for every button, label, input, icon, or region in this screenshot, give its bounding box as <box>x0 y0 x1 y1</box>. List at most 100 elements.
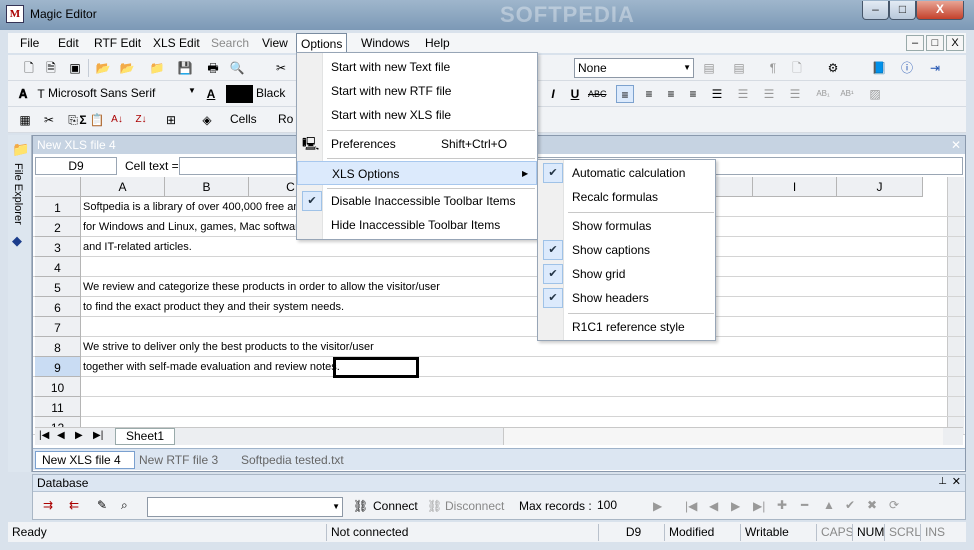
paragraph-icon[interactable]: ¶ <box>764 59 782 77</box>
file-explorer-sidebar[interactable]: 📁 File Explorer ◆ <box>8 135 32 472</box>
font-combo-arrow-icon[interactable]: ▼ <box>188 86 196 95</box>
menu-item-r1c1[interactable]: R1C1 reference style <box>538 315 715 339</box>
column-header[interactable]: I <box>753 177 837 197</box>
disconnect-button[interactable]: Disconnect <box>445 499 504 513</box>
menu-item-show-grid[interactable]: Show grid <box>538 262 715 286</box>
style-alt-icon[interactable]: ▤ <box>730 59 748 77</box>
menu-item-hide-inaccessible[interactable]: Hide Inaccessible Toolbar Items <box>297 213 537 237</box>
row-number[interactable]: 6 <box>35 297 81 317</box>
menu-item-preferences[interactable]: Preferences Shift+Ctrl+O <box>297 132 537 156</box>
style-icon[interactable]: ▤ <box>700 59 718 77</box>
menu-item-show-headers[interactable]: Show headers <box>538 286 715 310</box>
exit-icon[interactable]: ⇥ <box>926 59 944 77</box>
cell-value[interactable]: We strive to deliver only the best produ… <box>83 337 374 357</box>
db-first-icon[interactable]: |◀ <box>685 499 697 513</box>
row-number[interactable]: 1 <box>35 197 81 217</box>
menu-options[interactable]: Options <box>296 33 348 53</box>
menu-help[interactable]: Help <box>421 33 454 53</box>
folder-icon[interactable]: 📁 <box>12 141 29 158</box>
column-header[interactable]: B <box>165 177 249 197</box>
db-edit-icon[interactable]: ✎ <box>97 498 107 512</box>
menu-item-disable-inaccessible[interactable]: Disable Inaccessible Toolbar Items <box>297 189 537 213</box>
row-number[interactable]: 9 <box>35 357 81 377</box>
color-swatch[interactable] <box>226 85 253 103</box>
cell-value[interactable]: We review and categorize these products … <box>83 277 440 297</box>
row-number[interactable]: 7 <box>35 317 81 337</box>
row-number[interactable]: 3 <box>35 237 81 257</box>
db-remove-icon[interactable]: ⇇ <box>69 498 79 512</box>
align-right-icon[interactable]: ≡ <box>662 85 680 103</box>
menu-item-recalc[interactable]: Recalc formulas <box>538 185 715 209</box>
print-icon[interactable]: 🖶 <box>204 59 222 77</box>
row-number[interactable]: 4 <box>35 257 81 277</box>
list-icon[interactable]: ☰ <box>786 85 804 103</box>
db-last-icon[interactable]: ▶| <box>753 499 765 513</box>
underline-icon[interactable]: U <box>566 85 584 103</box>
column-header[interactable]: J <box>837 177 923 197</box>
save-all-icon[interactable]: ▣ <box>66 59 84 77</box>
db-query-icon[interactable]: ⌕ <box>121 498 128 513</box>
properties-icon[interactable]: ⚙ <box>824 59 842 77</box>
page-icon[interactable]: 🗋 <box>788 59 806 77</box>
fill-color-icon[interactable]: ◈ <box>198 111 216 129</box>
cells-menu[interactable]: Cells <box>230 112 257 126</box>
cell-reference-box[interactable]: D9 <box>35 157 117 175</box>
superscript-icon[interactable]: AB¹ <box>838 85 856 103</box>
row-number[interactable]: 11 <box>35 397 81 417</box>
menu-item-new-text[interactable]: Start with new Text file <box>297 55 537 79</box>
autosum-icon[interactable]: Σ <box>74 111 92 129</box>
menu-edit[interactable]: Edit <box>54 33 83 53</box>
db-execute-icon[interactable]: ▶ <box>653 499 662 513</box>
doc-tab-rtf[interactable]: New RTF file 3 <box>139 453 218 467</box>
open-folder-icon[interactable]: 📂 <box>94 59 112 77</box>
align-justify-icon[interactable]: ≡ <box>684 85 702 103</box>
connect-button[interactable]: Connect <box>373 499 418 513</box>
mdi-close-button[interactable]: X <box>946 35 964 51</box>
row-number[interactable]: 8 <box>35 337 81 357</box>
column-header[interactable]: A <box>81 177 165 197</box>
db-add-icon[interactable]: ⇉ <box>43 498 53 512</box>
db-next-icon[interactable]: ▶ <box>731 499 740 513</box>
rows-menu[interactable]: Ro <box>278 112 293 126</box>
table-icon[interactable]: ▦ <box>16 111 34 129</box>
menu-rtf-edit[interactable]: RTF Edit <box>90 33 145 53</box>
bullets-icon[interactable]: ☰ <box>708 85 726 103</box>
sort-ascending-icon[interactable]: A↓ <box>108 111 126 129</box>
mdi-minimize-button[interactable]: – <box>906 35 924 51</box>
row-number[interactable]: 2 <box>35 217 81 237</box>
cell-value[interactable]: together with self-made evaluation and r… <box>83 357 340 377</box>
pin-icon[interactable]: ⊥ <box>938 476 947 487</box>
database-combo[interactable]: ▼ <box>147 497 343 517</box>
title-bar[interactable]: M Magic Editor SOFTPEDIA – □ X <box>0 0 974 30</box>
menu-item-new-rtf[interactable]: Start with new RTF file <box>297 79 537 103</box>
new-file-icon[interactable]: 🗋 <box>20 59 38 77</box>
menu-xls-edit[interactable]: XLS Edit <box>149 33 204 53</box>
maximize-button[interactable]: □ <box>889 1 916 20</box>
help-icon[interactable]: ⓘ <box>898 59 916 77</box>
menu-item-xls-options[interactable]: XLS Options ▶ <box>297 161 537 185</box>
doc-tab-xls[interactable]: New XLS file 4 <box>35 451 135 469</box>
italic-icon[interactable]: I <box>544 85 562 103</box>
menu-item-show-captions[interactable]: Show captions <box>538 238 715 262</box>
indent-icon[interactable]: ☰ <box>734 85 752 103</box>
row-number[interactable]: 5 <box>35 277 81 297</box>
horizontal-scrollbar[interactable] <box>503 428 943 445</box>
font-color-icon[interactable]: A <box>202 85 220 103</box>
prev-sheet-icon[interactable]: ◀ <box>57 430 65 441</box>
doc-tab-txt[interactable]: Softpedia tested.txt <box>241 453 344 467</box>
menu-search[interactable]: Search <box>207 33 253 53</box>
book-icon[interactable]: 📘 <box>870 59 888 77</box>
print-preview-icon[interactable]: 🔍 <box>228 59 246 77</box>
menu-item-show-formulas[interactable]: Show formulas <box>538 214 715 238</box>
db-refresh-icon[interactable]: ⟳ <box>889 498 899 512</box>
align-left-icon[interactable]: ≡ <box>616 85 634 103</box>
sheet-tab[interactable]: Sheet1 <box>115 428 176 445</box>
db-post-icon[interactable]: ✔ <box>845 498 855 512</box>
align-center-icon[interactable]: ≡ <box>640 85 658 103</box>
menu-view[interactable]: View <box>258 33 292 53</box>
mdi-maximize-button[interactable]: □ <box>926 35 944 51</box>
menu-item-new-xls[interactable]: Start with new XLS file <box>297 103 537 127</box>
max-records-input[interactable]: 100 <box>595 497 647 515</box>
db-cancel-icon[interactable]: ✖ <box>867 498 877 512</box>
menu-file[interactable]: File <box>16 33 43 53</box>
